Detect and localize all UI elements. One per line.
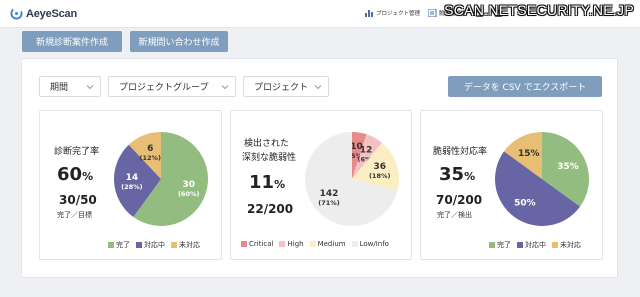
- legend-label: Low/Info: [359, 240, 389, 248]
- card-big-value: 11%: [249, 172, 285, 193]
- new-inquiry-button[interactable]: 新規問い合わせ作成: [130, 31, 228, 52]
- new-diagnosis-button[interactable]: 新規診断案件作成: [22, 31, 122, 52]
- chart-legend: 完了 対応中 未対応: [489, 240, 587, 250]
- slice-value-label: 6: [147, 144, 153, 154]
- legend-item-done: 完了: [489, 240, 511, 250]
- legend-swatch: [552, 242, 558, 248]
- big-number: 35: [439, 164, 465, 185]
- export-csv-button[interactable]: データを CSV でエクスポート: [448, 76, 602, 97]
- vulnerability-response-card: 脆弱性対応率 35% 70/200 完了／検出 35% 50% 15% 完了 対応中 未…: [420, 110, 603, 260]
- legend-swatch: [351, 241, 358, 247]
- diagnosis-completion-card: 診断完了率 60% 30/50 完了／目標 30 (60%) 14 (28%) 6 (12…: [39, 110, 222, 260]
- project-group-select-label: プロジェクトグループ: [119, 83, 209, 93]
- dashboard-panel: 期間 プロジェクトグループ プロジェクト データを CSV でエクスポート 診断…: [21, 58, 618, 278]
- legend-label: 対応中: [525, 241, 546, 249]
- legend-item-done: 完了: [108, 240, 130, 250]
- watermark: SCAN.NETSECURITY.NE.JP: [444, 2, 634, 18]
- slice-percent-label: (18%): [369, 172, 391, 180]
- slice-value-label: 36: [373, 162, 386, 172]
- slice-percent-label: (12%): [140, 154, 162, 162]
- list-icon: [428, 9, 437, 17]
- slice-value-label: 12: [360, 145, 373, 155]
- card-subtitle: 完了／目標: [57, 211, 92, 219]
- card-title: 診断完了率: [54, 147, 100, 157]
- completion-pie-chart: 30(60%) 14(28%) 6(12%): [114, 132, 209, 226]
- legend-item-low_info: Low/Info: [351, 240, 389, 248]
- legend-label: 完了: [497, 241, 511, 249]
- legend-label: 未対応: [560, 241, 581, 249]
- logo-icon: [10, 7, 23, 20]
- project-group-select[interactable]: プロジェクトグループ: [108, 76, 236, 97]
- top-header: AeyeScan プロジェクト管理 脆弱性管理 SCAN.NETSECURITY…: [0, 0, 640, 28]
- legend-swatch: [171, 242, 177, 248]
- logo-text: AeyeScan: [26, 7, 77, 20]
- card-big-value: 60%: [57, 164, 93, 185]
- legend-swatch: [489, 242, 495, 248]
- legend-label: 未対応: [179, 241, 200, 249]
- legend-label: Critical: [249, 240, 274, 248]
- chevron-down-icon: [314, 85, 322, 90]
- legend-swatch: [279, 241, 286, 247]
- card-ratio: 22/200: [247, 202, 294, 216]
- big-unit: %: [464, 170, 476, 183]
- slice-value-label: 15%: [518, 149, 540, 159]
- legend-item-not_handled: 未対応: [171, 240, 200, 250]
- serious-vulnerability-card: 検出された 深刻な脆弱性 11% 22/200 10 (5%) 12 (6%) 36 (1…: [230, 110, 412, 260]
- slice-value-label: 50%: [514, 199, 536, 209]
- card-title: 検出された: [244, 139, 290, 149]
- legend-swatch: [517, 242, 523, 248]
- legend-label: 対応中: [144, 241, 165, 249]
- big-number: 60: [57, 164, 83, 185]
- legend-item-medium: Medium: [309, 240, 346, 248]
- legend-swatch: [136, 242, 142, 248]
- big-number: 11: [249, 172, 275, 193]
- chevron-down-icon: [86, 85, 94, 90]
- slice-value-label: 14: [126, 173, 139, 183]
- card-ratio: 30/50: [59, 193, 97, 207]
- chevron-down-icon: [221, 85, 229, 90]
- app-logo[interactable]: AeyeScan: [10, 7, 77, 20]
- legend-label: Medium: [317, 240, 346, 248]
- nav-label: プロジェクト管理: [376, 11, 421, 17]
- slice-percent-label: (71%): [318, 199, 340, 207]
- card-big-value: 35%: [439, 164, 475, 185]
- project-select-label: プロジェクト: [254, 83, 309, 93]
- chart-legend: 完了 対応中 未対応: [108, 240, 206, 250]
- legend-item-in_progress: 対応中: [517, 240, 546, 250]
- legend-swatch: [309, 241, 316, 247]
- legend-swatch: [108, 242, 114, 248]
- big-unit: %: [82, 170, 94, 183]
- response-pie-chart: 35% 50% 15%: [495, 132, 589, 226]
- slice-percent-label: (60%): [178, 190, 200, 198]
- slice-percent-label: (28%): [121, 183, 143, 191]
- legend-label: 完了: [116, 241, 130, 249]
- legend-item-high: High: [279, 240, 304, 248]
- legend-item-in_progress: 対応中: [136, 240, 165, 250]
- chart-legend: Critical High Medium Low/Info: [241, 240, 395, 248]
- card-title: 脆弱性対応率: [433, 147, 488, 157]
- legend-label: High: [287, 240, 304, 248]
- bar-chart-icon: [365, 10, 373, 17]
- legend-swatch: [241, 241, 247, 247]
- severity-pie-chart: 10(5%)12(6%)36(18%)142(71%): [305, 132, 399, 226]
- nav-project-management[interactable]: プロジェクト管理: [365, 9, 420, 17]
- big-unit: %: [274, 178, 286, 191]
- period-select[interactable]: 期間: [39, 76, 101, 97]
- legend-item-critical: Critical: [241, 240, 273, 248]
- slice-value-label: 35%: [557, 162, 579, 172]
- slice-value-label: 142: [320, 189, 339, 199]
- period-select-label: 期間: [50, 83, 69, 93]
- legend-item-not_handled: 未対応: [552, 240, 581, 250]
- slice-value-label: 30: [182, 180, 195, 190]
- card-title-line2: 深刻な脆弱性: [242, 153, 297, 163]
- card-ratio: 70/200: [436, 193, 483, 207]
- card-subtitle: 完了／検出: [437, 211, 472, 219]
- project-select[interactable]: プロジェクト: [243, 76, 329, 97]
